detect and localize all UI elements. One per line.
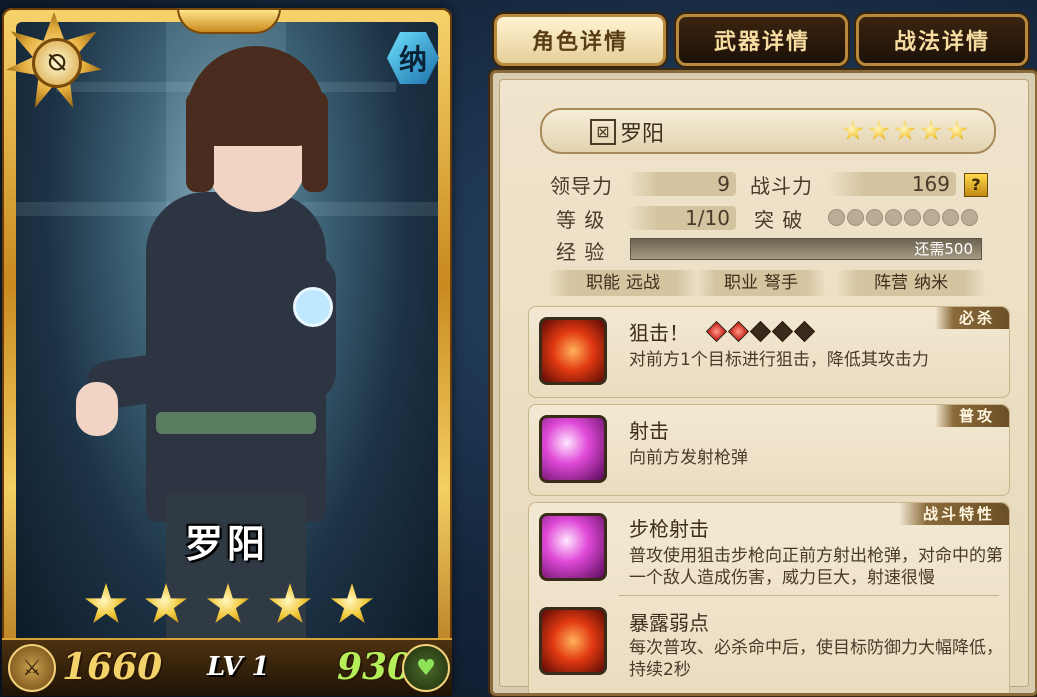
breakthrough-dot — [923, 209, 940, 226]
tag-class: 职业 弩手 — [696, 270, 826, 296]
details-panel: ⊠ 罗阳 领导力 9 战斗力 169 ? 等 级 1/10 突 破 经 验 还需… — [490, 70, 1037, 696]
level-label: LV 1 — [207, 652, 270, 682]
skill-description: 普攻使用狙击步枪向正前方射出枪弹，对命中的第一个敌人造成伤害，威力巨大，射速很慢 — [629, 546, 1003, 588]
sniper-shot-icon — [539, 317, 607, 385]
leadership-value: 9 — [626, 172, 736, 196]
exp-label: 经 验 — [556, 240, 606, 264]
rating-star-icon — [894, 120, 916, 141]
skill-card[interactable]: 步枪射击 普攻使用狙击步枪向正前方射出枪弹，对命中的第一个敌人造成伤害，威力巨大… — [528, 502, 1010, 693]
character-name-header: ⊠ 罗阳 — [540, 108, 996, 154]
tab-weapon-details[interactable]: 武器详情 — [676, 14, 848, 66]
tag-role-label: 职能 — [586, 273, 620, 293]
breakthrough-dot — [942, 209, 959, 226]
skill-gem-icon — [705, 320, 728, 343]
card-top-ornament — [177, 8, 281, 34]
character-hair — [186, 92, 214, 192]
armband-emblem-icon — [293, 287, 333, 327]
skill-gem-icon — [793, 320, 816, 343]
sword-icon: ⚔ — [8, 644, 56, 692]
rating-star-icon — [868, 120, 890, 141]
skill-card[interactable]: 射击 向前方发射枪弹 普攻 — [528, 404, 1010, 496]
skill-gem-icon — [727, 320, 750, 343]
rifle-shot-icon — [539, 513, 607, 581]
level-label: 等 级 — [556, 208, 606, 232]
tag-faction-label: 阵营 — [874, 273, 908, 293]
character-hand — [76, 382, 118, 436]
skill-type-badge: 战斗特性 — [898, 503, 1009, 525]
character-name: 罗阳 — [620, 122, 665, 147]
skill-description: 对前方1个目标进行狙击，降低其攻击力 — [629, 350, 929, 370]
level-value: 1/10 — [626, 206, 736, 230]
power-label: 战斗力 — [750, 174, 813, 198]
leadership-label: 领导力 — [550, 174, 613, 198]
skill-name: 射击 — [629, 419, 669, 443]
tag-faction-value: 纳米 — [914, 273, 948, 293]
rating-star-icon — [946, 120, 968, 141]
exp-remaining: 还需500 — [914, 240, 973, 258]
power-value: 169 — [826, 172, 956, 196]
shoot-icon — [539, 415, 607, 483]
skill-name: 步枪射击 — [629, 517, 709, 541]
breakthrough-dot — [847, 209, 864, 226]
skill-gem-icon — [771, 320, 794, 343]
character-arm — [266, 252, 336, 402]
skill-type-badge: 普攻 — [934, 405, 1009, 427]
tab-tactics-details[interactable]: 战法详情 — [856, 14, 1028, 66]
tag-role-value: 远战 — [626, 273, 660, 293]
crossbow-class-icon: ⊠ — [590, 119, 616, 145]
tab-character-details[interactable]: 角色详情 — [494, 14, 666, 66]
breakthrough-dot — [828, 209, 845, 226]
tag-role: 职能 远战 — [548, 270, 698, 296]
skill-name: 狙击！ — [629, 321, 689, 345]
character-art — [16, 22, 438, 682]
character-belt — [156, 412, 316, 434]
character-card: ⍉ 纳 罗阳 — [2, 8, 452, 696]
breakthrough-dot — [904, 209, 921, 226]
tag-class-label: 职业 — [724, 273, 758, 293]
expose-weakness-icon — [539, 607, 607, 675]
card-character-name: 罗阳 — [184, 522, 269, 566]
tag-class-value: 弩手 — [764, 273, 798, 293]
exp-progress-bar: 还需500 — [630, 238, 982, 260]
rating-star-icon — [842, 120, 864, 141]
help-button[interactable]: ? — [964, 173, 988, 197]
character-hair — [302, 92, 328, 192]
skill-description: 向前方发射枪弹 — [629, 448, 748, 468]
tag-faction: 阵营 纳米 — [836, 270, 986, 296]
card-stat-bar: ⚔ 1660 LV 1 930 ♥ — [2, 638, 452, 696]
breakthrough-dot — [885, 209, 902, 226]
breakthrough-dot — [961, 209, 978, 226]
rating-star-icon — [920, 120, 942, 141]
skill-description: 每次普攻、必杀命中后，使目标防御力大幅降低，持续2秒 — [629, 638, 1003, 680]
skill-name: 暴露弱点 — [629, 611, 709, 635]
breakthrough-dot — [866, 209, 883, 226]
skill-divider — [619, 595, 999, 596]
class-crossbow-icon: ⍉ — [32, 38, 82, 88]
breakthrough-label: 突 破 — [754, 208, 804, 232]
skill-gem-icon — [749, 320, 772, 343]
details-panel-inner: ⊠ 罗阳 领导力 9 战斗力 169 ? 等 级 1/10 突 破 经 验 还需… — [499, 79, 1029, 693]
attack-value: 1660 — [62, 646, 163, 688]
hp-value: 930 — [337, 646, 413, 688]
skill-type-badge: 必杀 — [934, 307, 1009, 329]
skill-card[interactable]: 狙击！ 对前方1个目标进行狙击，降低其攻击力 必杀 — [528, 306, 1010, 398]
heart-icon: ♥ — [402, 644, 450, 692]
